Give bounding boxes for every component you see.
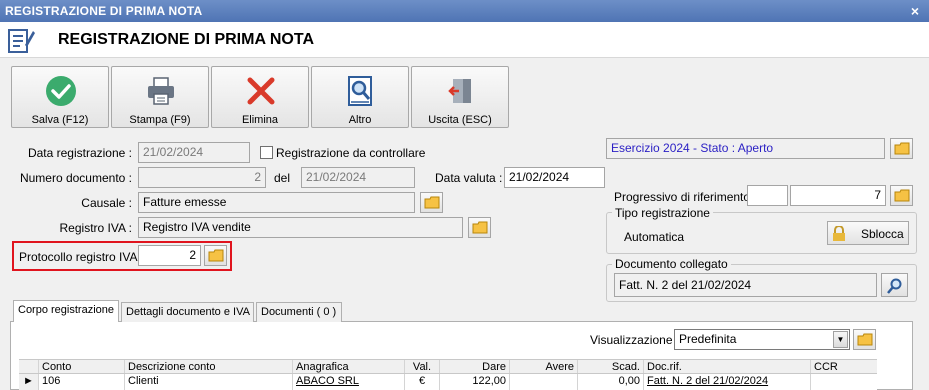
save-button-label: Salva (F12) — [31, 114, 89, 126]
column-avere[interactable]: Avere — [510, 360, 578, 373]
data-valuta-label: Data valuta : — [435, 171, 503, 185]
print-button[interactable]: Stampa (F9) — [111, 66, 209, 128]
folder-icon — [894, 189, 910, 202]
tipo-registrazione-title: Tipo registrazione — [612, 206, 713, 220]
registro-iva-browse-button[interactable] — [468, 217, 491, 238]
progressivo-field-1[interactable] — [747, 185, 788, 206]
cell-docrif-link[interactable]: Fatt. N. 2 del 21/02/2024 — [644, 374, 811, 390]
registro-iva-field[interactable]: Registro IVA vendite — [138, 217, 463, 238]
visualizzazione-label: Visualizzazione : — [590, 333, 680, 347]
journal-edit-icon — [8, 29, 35, 53]
other-button[interactable]: Altro — [311, 66, 409, 128]
visualizzazione-value: Predefinita — [679, 332, 737, 346]
tab-dettagli-documento[interactable]: Dettagli documento e IVA — [121, 302, 254, 322]
column-scad[interactable]: Scad. — [578, 360, 644, 373]
tipo-registrazione-value: Automatica — [624, 230, 685, 244]
delete-button-label: Elimina — [241, 114, 279, 126]
cell-descrizione[interactable]: Clienti — [125, 374, 293, 390]
folder-icon — [208, 249, 224, 262]
lock-icon — [833, 226, 845, 241]
progressivo-browse-button[interactable] — [890, 185, 913, 206]
cell-conto[interactable]: 106 — [39, 374, 125, 390]
table-row[interactable]: ► 106 Clienti ABACO SRL € 122,00 0,00 Fa… — [19, 374, 877, 390]
search-icon — [887, 278, 902, 294]
chevron-down-icon[interactable]: ▼ — [833, 331, 848, 348]
exit-button[interactable]: Uscita (ESC) — [411, 66, 509, 128]
numero-documento-field[interactable]: 2 — [138, 167, 266, 188]
protocollo-registro-iva-field[interactable]: 2 — [138, 245, 201, 266]
window-title: REGISTRAZIONE DI PRIMA NOTA — [5, 4, 203, 18]
column-descrizione[interactable]: Descrizione conto — [125, 360, 293, 373]
close-icon[interactable]: × — [907, 3, 923, 19]
folder-icon — [857, 333, 873, 346]
visualizzazione-browse-button[interactable] — [853, 329, 876, 350]
column-anagrafica[interactable]: Anagrafica — [293, 360, 405, 373]
data-valuta-field[interactable]: 21/02/2024 — [504, 167, 605, 188]
cell-avere[interactable] — [510, 374, 578, 390]
printer-icon — [148, 77, 174, 105]
protocollo-browse-button[interactable] — [204, 245, 227, 266]
cell-val[interactable]: € — [405, 374, 440, 390]
folder-icon — [894, 142, 910, 155]
window-title-bar: REGISTRAZIONE DI PRIMA NOTA — [0, 0, 929, 22]
other-button-label: Altro — [348, 114, 372, 126]
del-date-field[interactable]: 21/02/2024 — [301, 167, 415, 188]
folder-icon — [472, 221, 488, 234]
esercizio-browse-button[interactable] — [890, 138, 913, 159]
cell-anagrafica-link[interactable]: ABACO SRL — [293, 374, 405, 390]
page-header: REGISTRAZIONE DI PRIMA NOTA — [0, 22, 929, 58]
cell-ccr[interactable] — [811, 374, 877, 390]
data-registrazione-field[interactable]: 21/02/2024 — [138, 142, 250, 163]
registro-iva-label: Registro IVA : — [59, 221, 132, 235]
numero-documento-label: Numero documento : — [19, 171, 132, 185]
cell-scad[interactable]: 0,00 — [578, 374, 644, 390]
documento-collegato-field: Fatt. N. 2 del 21/02/2024 — [614, 273, 877, 297]
delete-x-icon — [247, 77, 275, 105]
documento-collegato-title: Documento collegato — [612, 257, 731, 271]
column-conto[interactable]: Conto — [39, 360, 125, 373]
exit-button-label: Uscita (ESC) — [428, 114, 492, 126]
registrazione-da-controllare-checkbox[interactable] — [260, 146, 273, 159]
causale-browse-button[interactable] — [420, 192, 443, 213]
esercizio-status-field: Esercizio 2024 - Stato : Aperto — [606, 138, 885, 159]
column-val[interactable]: Val. — [405, 360, 440, 373]
row-indicator-icon: ► — [19, 374, 39, 390]
data-registrazione-label: Data registrazione : — [27, 146, 132, 160]
delete-button[interactable]: Elimina — [211, 66, 309, 128]
grid-corner — [19, 360, 39, 373]
tab-corpo-registrazione[interactable]: Corpo registrazione — [13, 300, 119, 322]
sblocca-button[interactable]: Sblocca — [827, 221, 909, 245]
grid-header: Conto Descrizione conto Anagrafica Val. … — [19, 359, 877, 374]
check-icon — [46, 76, 76, 106]
page-title: REGISTRAZIONE DI PRIMA NOTA — [58, 31, 314, 48]
folder-icon — [424, 196, 440, 209]
registrazione-da-controllare-label: Registrazione da controllare — [276, 146, 426, 160]
save-button[interactable]: Salva (F12) — [11, 66, 109, 128]
documento-collegato-search-button[interactable] — [881, 273, 908, 297]
exit-door-icon — [448, 79, 471, 103]
causale-field[interactable]: Fatture emesse — [138, 192, 415, 213]
cell-dare[interactable]: 122,00 — [440, 374, 510, 390]
tab-documenti[interactable]: Documenti ( 0 ) — [256, 302, 342, 322]
visualizzazione-select[interactable]: Predefinita ▼ — [674, 329, 850, 350]
column-dare[interactable]: Dare — [440, 360, 510, 373]
sblocca-label: Sblocca — [861, 227, 904, 241]
column-ccr[interactable]: CCR — [811, 360, 877, 373]
protocollo-registro-iva-label: Protocollo registro IVA : — [19, 250, 144, 264]
causale-label: Causale : — [81, 196, 132, 210]
progressivo-field-2[interactable]: 7 — [790, 185, 886, 206]
magnifier-document-icon — [348, 76, 372, 106]
del-label: del — [274, 171, 291, 185]
print-button-label: Stampa (F9) — [129, 114, 191, 126]
progressivo-label: Progressivo di riferimento : — [614, 190, 757, 204]
column-docrif[interactable]: Doc.rif. — [644, 360, 811, 373]
